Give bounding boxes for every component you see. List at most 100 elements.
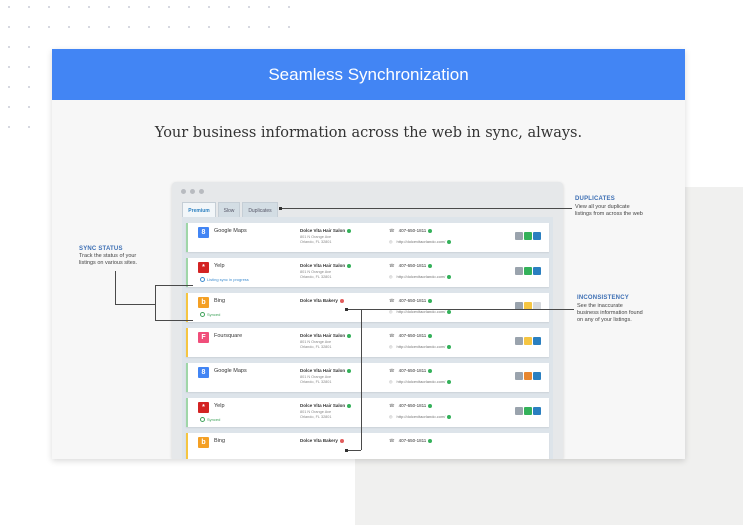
- business-name: Dolce Vita Hair Salon: [300, 368, 352, 373]
- business-name: Dolce Vita Hair Salon: [300, 333, 352, 338]
- window-dot-icon: [190, 189, 195, 194]
- business-phone: ☎ 407-650-1811: [389, 228, 433, 234]
- business-url[interactable]: ◎ http://dolcevitaorlando.com/: [389, 239, 452, 244]
- subtitle: Your business information across the web…: [154, 125, 583, 141]
- listing-list: 8 Google Maps Dolce Vita Hair Salon 801 N O…: [182, 217, 553, 459]
- dot-icon: [168, 26, 170, 28]
- duplicates-title: DUPLICATES: [575, 196, 615, 202]
- business-phone: ☎ 407-650-1811: [389, 368, 433, 374]
- user-icon[interactable]: [533, 372, 541, 380]
- dot-icon: [8, 26, 10, 28]
- sync-ring-icon: [200, 417, 205, 423]
- listing-row[interactable]: 8 Google Maps Dolce Vita Hair Salon 801 N O…: [186, 363, 549, 392]
- phone-icon: ☎: [389, 228, 395, 233]
- business-address: 801 N Orange Ave Orlando, FL 32801: [300, 410, 332, 419]
- status-dot-icon: [339, 298, 344, 303]
- view-icon[interactable]: [515, 267, 523, 275]
- dot-icon: [68, 6, 70, 8]
- dot-icon: [48, 6, 50, 8]
- business-url[interactable]: ◎ http://dolcevitaorlando.com/: [389, 379, 452, 384]
- sync-status: Synced: [200, 312, 220, 318]
- approve-icon[interactable]: [524, 267, 532, 275]
- phone-icon: ☎: [389, 403, 395, 408]
- dot-icon: [8, 6, 10, 8]
- view-icon[interactable]: [515, 337, 523, 345]
- user-icon[interactable]: [533, 267, 541, 275]
- business-address: 801 N Orange Ave Orlando, FL 32801: [300, 375, 332, 384]
- sync-status-title: SYNC STATUS: [79, 246, 123, 252]
- action-buttons: [514, 407, 541, 415]
- dot-icon: [28, 26, 30, 28]
- status-dot-icon: [447, 274, 452, 279]
- site-logo-icon: F: [198, 332, 209, 343]
- site-logo-icon: 8: [198, 227, 209, 238]
- phone-icon: ☎: [389, 263, 395, 268]
- tab-slow[interactable]: Slow: [218, 202, 240, 218]
- dot-icon: [108, 6, 110, 8]
- inconsistency-desc-3: on any of your listings.: [577, 317, 632, 323]
- dot-icon: [8, 46, 10, 48]
- tab-duplicates[interactable]: Duplicates: [242, 202, 278, 218]
- listing-row[interactable]: b Bing Dolce Vita Bakery ☎ 407-650-1811: [186, 433, 549, 459]
- dot-icon: [28, 106, 30, 108]
- approve-icon[interactable]: [524, 372, 532, 380]
- dot-icon: [8, 86, 10, 88]
- status-dot-icon: [447, 309, 452, 314]
- inconsistency-leader-vertical: [361, 309, 362, 450]
- business-phone: ☎ 407-650-1811: [389, 298, 433, 304]
- listing-row[interactable]: * Yelp Synced Dolce Vita Hair Salon 801 N Or…: [186, 398, 549, 427]
- dot-icon: [248, 6, 250, 8]
- business-phone: ☎ 407-650-1811: [389, 403, 433, 409]
- business-url[interactable]: ◎ http://dolcevitaorlando.com/: [389, 414, 452, 419]
- inconsistency-leader-tip: [345, 449, 348, 452]
- status-dot-icon: [428, 403, 433, 408]
- dot-icon: [168, 6, 170, 8]
- dot-icon: [248, 26, 250, 28]
- listing-row[interactable]: 8 Google Maps Dolce Vita Hair Salon 801 N O…: [186, 223, 549, 252]
- approve-icon[interactable]: [524, 407, 532, 415]
- site-logo-icon: *: [198, 262, 209, 273]
- view-icon[interactable]: [515, 407, 523, 415]
- banner-title: Seamless Synchronization: [52, 49, 685, 100]
- dot-icon: [148, 26, 150, 28]
- dot-icon: [188, 6, 190, 8]
- phone-icon: ☎: [389, 368, 395, 373]
- site-name: Bing: [214, 298, 226, 304]
- sync-status-leader-vertical: [115, 271, 116, 304]
- phone-icon: ☎: [389, 333, 395, 338]
- phone-icon: ☎: [389, 438, 395, 443]
- sync-ring-icon: [200, 312, 205, 318]
- inconsistency-desc-1: See the inaccurate: [577, 303, 623, 309]
- listing-row[interactable]: F Foursquare Dolce Vita Hair Salon 801 N Or…: [186, 328, 549, 357]
- site-logo-icon: 8: [198, 367, 209, 378]
- sync-status-leader-top: [155, 285, 193, 286]
- inconsistency-title: INCONSISTENCY: [577, 295, 629, 301]
- dot-icon: [208, 26, 210, 28]
- status-dot-icon: [447, 379, 452, 384]
- business-address: 801 N Orange Ave Orlando, FL 32801: [300, 235, 332, 244]
- status-dot-icon: [428, 438, 433, 443]
- business-name: Dolce Vita Bakery: [300, 438, 344, 443]
- business-name: Dolce Vita Hair Salon: [300, 403, 352, 408]
- listing-row[interactable]: b Bing Synced Dolce Vita Bakery ☎ 407-650-181…: [186, 293, 549, 322]
- globe-icon: ◎: [389, 414, 393, 419]
- user-icon[interactable]: [533, 407, 541, 415]
- action-buttons: [514, 337, 541, 345]
- dot-icon: [8, 126, 10, 128]
- user-icon[interactable]: [533, 232, 541, 240]
- tab-premium[interactable]: Premium: [182, 202, 216, 218]
- view-icon[interactable]: [515, 232, 523, 240]
- business-url[interactable]: ◎ http://dolcevitaorlando.com/: [389, 274, 452, 279]
- app-mockup: Premium Slow Duplicates 8 Google Maps Dolc…: [172, 182, 563, 459]
- approve-icon[interactable]: [524, 232, 532, 240]
- view-icon[interactable]: [515, 372, 523, 380]
- listing-row[interactable]: * Yelp Listing sync in progress Dolce Vita …: [186, 258, 549, 287]
- business-url[interactable]: ◎ http://dolcevitaorlando.com/: [389, 344, 452, 349]
- business-name: Dolce Vita Hair Salon: [300, 263, 352, 268]
- user-icon[interactable]: [533, 337, 541, 345]
- approve-icon[interactable]: [524, 337, 532, 345]
- business-phone: ☎ 407-650-1811: [389, 438, 433, 444]
- business-phone: ☎ 407-650-1811: [389, 263, 433, 269]
- site-name: Yelp: [214, 403, 225, 409]
- window-dot-icon: [181, 189, 186, 194]
